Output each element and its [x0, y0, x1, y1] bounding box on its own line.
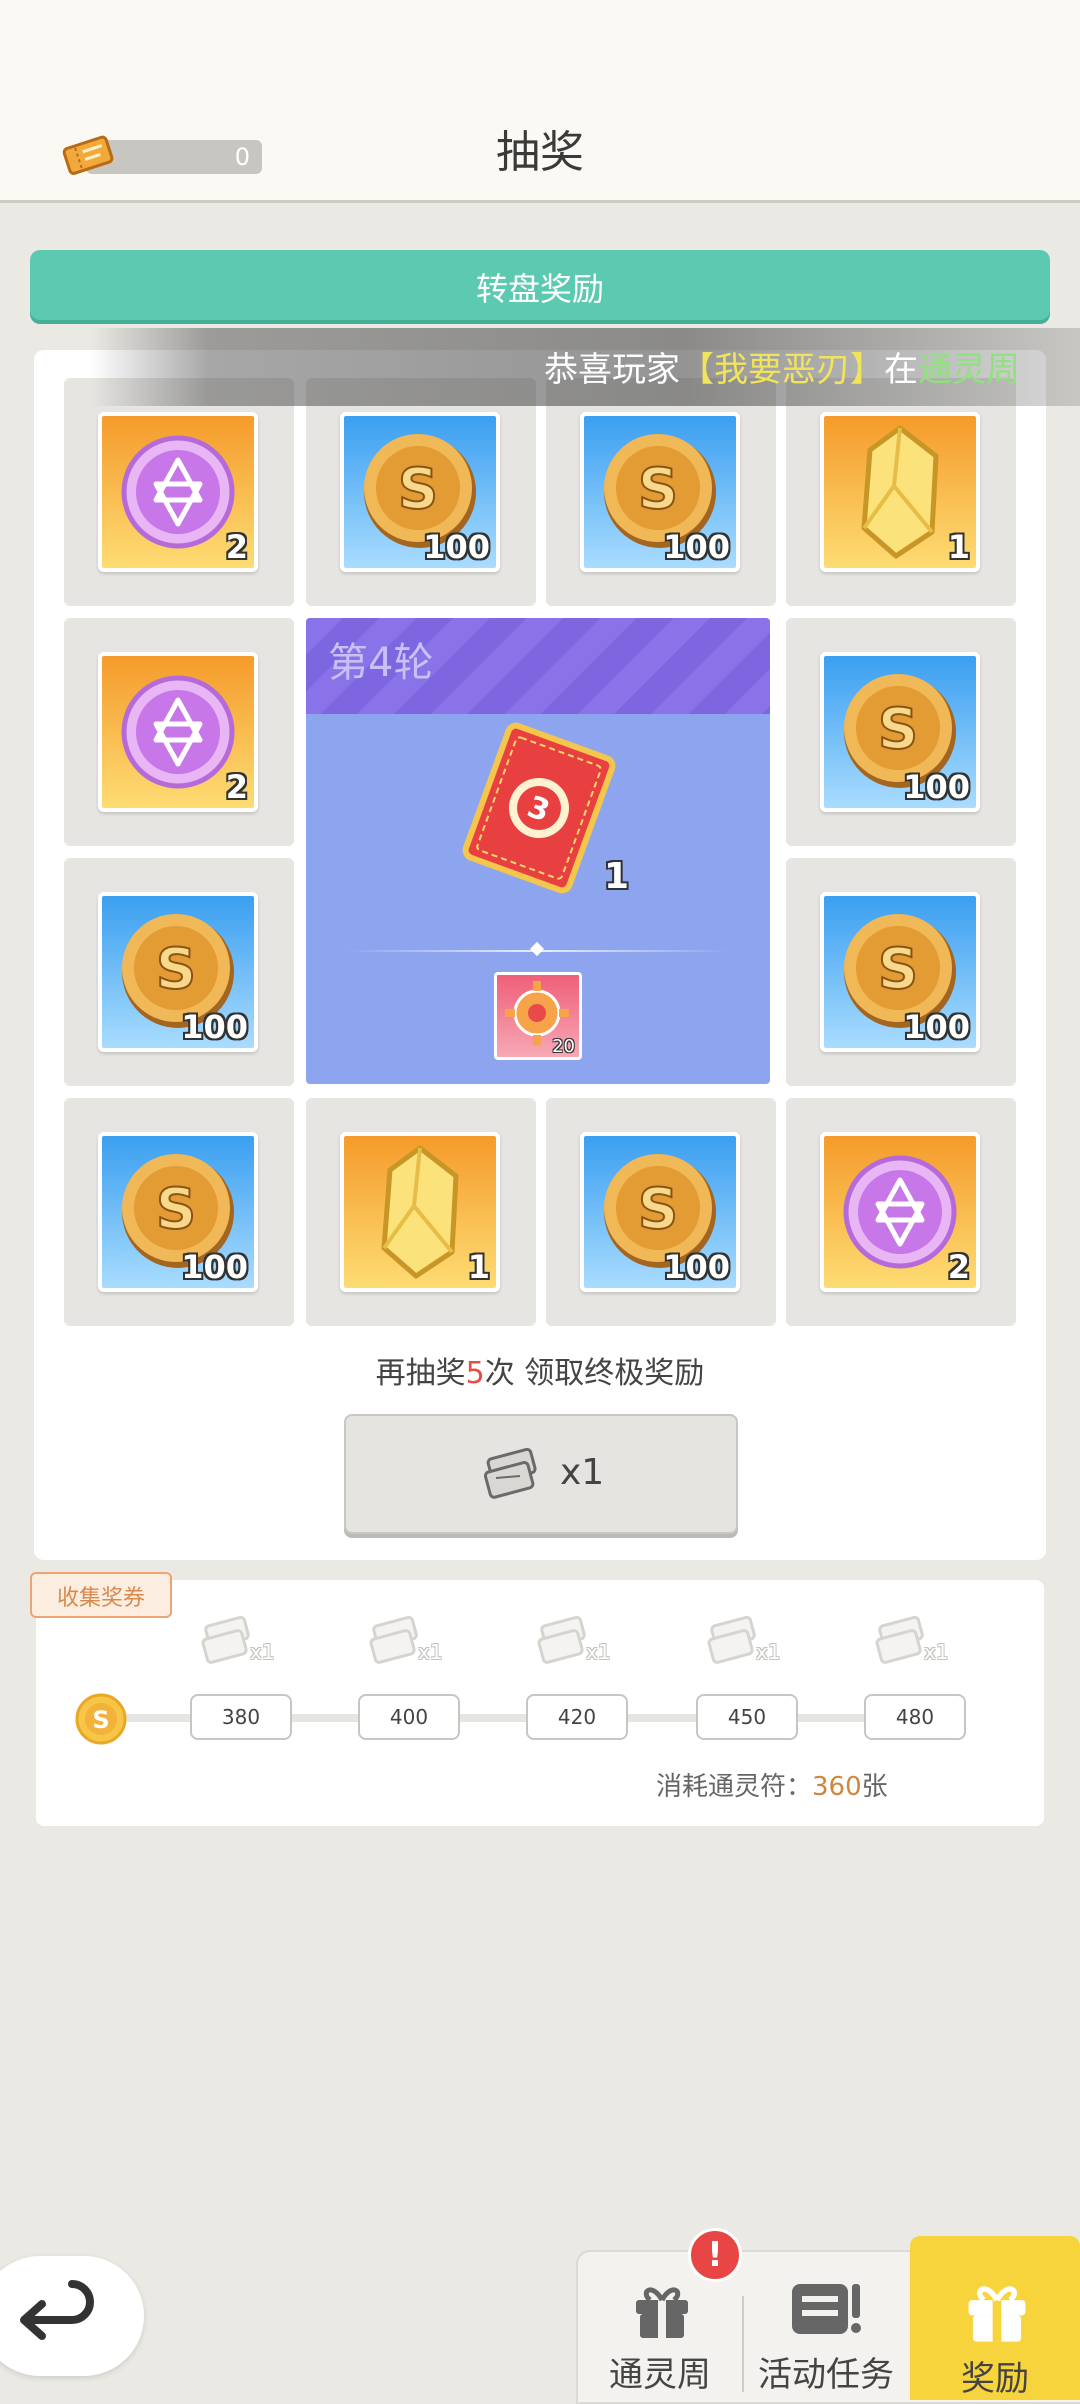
reward-cell: 1 [786, 378, 1016, 606]
draw-cost-label: x1 [560, 1452, 605, 1493]
reward-quantity: 1 [467, 1248, 490, 1286]
reward-quantity: 2 [225, 768, 248, 806]
milestone-reward-qty: x1 [586, 1640, 611, 1664]
reward-tile: S 100 [820, 892, 980, 1052]
milestone-value: 450 [696, 1694, 798, 1740]
reward-cell: S 100 [306, 378, 536, 606]
reward-cell: S 100 [786, 858, 1016, 1086]
reward-cell: S 100 [786, 618, 1016, 846]
consume-suffix: 张 [861, 1772, 888, 1802]
tab-activity-tasks[interactable]: 活动任务 [742, 2256, 910, 2400]
page-title: 抽奖 [496, 127, 584, 178]
reward-cell: S 100 [546, 378, 776, 606]
reward-quantity: 100 [663, 528, 730, 566]
task-board-icon [792, 2284, 861, 2334]
reward-tile: S 100 [340, 412, 500, 572]
reward-tile: S 100 [580, 412, 740, 572]
reward-tile: 2 [98, 412, 258, 572]
tab-label: 通灵周 [609, 2355, 711, 2395]
reward-cell: S 100 [64, 1098, 294, 1326]
milestone-reward[interactable]: x1 [532, 1614, 622, 1678]
reward-tile: 2 [820, 1132, 980, 1292]
reward-quantity: 100 [181, 1008, 248, 1046]
alert-badge: ! [688, 2228, 742, 2282]
svg-text:S: S [156, 937, 196, 1002]
reward-cell: 1 [306, 1098, 536, 1326]
reward-cell: S 100 [546, 1098, 776, 1326]
divider-diamond [529, 941, 545, 957]
reward-quantity: 100 [423, 528, 490, 566]
svg-text:S: S [878, 937, 918, 1002]
milestone-reward[interactable]: x1 [196, 1614, 286, 1678]
reward-tile: S 100 [98, 1132, 258, 1292]
gift-icon [968, 2286, 1026, 2342]
milestone-reward-qty: x1 [250, 1640, 275, 1664]
marquee-event: 通灵周 [918, 350, 1020, 390]
reward-quantity: 1 [947, 528, 970, 566]
tab-rewards[interactable]: 奖励 [910, 2236, 1080, 2400]
svg-text:S: S [92, 1706, 109, 1734]
round-label: 第4轮 [328, 640, 434, 686]
reward-tile: 2 [98, 652, 258, 812]
progress-count: 5 [465, 1356, 485, 1391]
consume-text: 消耗通灵符：360张 [656, 1766, 888, 1803]
gift-icon [636, 2287, 688, 2338]
milestone-reward-qty: x1 [418, 1640, 443, 1664]
milestone-value: 380 [190, 1694, 292, 1740]
consume-prefix: 消耗通灵符： [656, 1772, 813, 1802]
progress-suffix: 次 领取终极奖励 [484, 1356, 705, 1391]
reward-tile: S 100 [98, 892, 258, 1052]
tab-label: 活动任务 [758, 2355, 894, 2395]
reward-quantity: 100 [903, 768, 970, 806]
milestone-value: 480 [864, 1694, 966, 1740]
svg-text:S: S [156, 1177, 196, 1242]
winner-marquee: 恭喜玩家【我要恶刃】在通灵周 [90, 328, 1080, 406]
milestone-value: 400 [358, 1694, 460, 1740]
svg-text:S: S [878, 697, 918, 762]
progress-text: 再抽奖5次 领取终极奖励 [0, 1348, 1080, 1392]
reward-quantity: 100 [181, 1248, 248, 1286]
milestone-reward-qty: x1 [756, 1640, 781, 1664]
reward-cell: S 100 [64, 858, 294, 1086]
coin-icon: S [74, 1692, 128, 1750]
milestone-reward-qty: x1 [924, 1640, 949, 1664]
collect-tag: 收集奖券 [30, 1572, 172, 1618]
milestone-value: 420 [526, 1694, 628, 1740]
reward-quantity: 100 [663, 1248, 730, 1286]
milestone-reward[interactable]: x1 [870, 1614, 960, 1678]
milestone-reward[interactable]: x1 [702, 1614, 792, 1678]
token-quantity: 20 [552, 1036, 575, 1057]
center-grand-prize: 第4轮 3 1 20 [306, 618, 770, 1084]
reward-cell: 2 [64, 378, 294, 606]
tab-label: 奖励 [961, 2359, 1029, 2399]
back-arrow-icon [20, 2280, 94, 2340]
consume-count: 360 [812, 1772, 862, 1802]
ticket-icon [480, 1447, 544, 1506]
wheel-reward-banner[interactable]: 转盘奖励 [30, 250, 1050, 320]
reward-tile: S 100 [580, 1132, 740, 1292]
svg-text:S: S [638, 457, 678, 522]
milestone-reward[interactable]: x1 [364, 1614, 454, 1678]
marquee-mid: 在 [884, 350, 918, 390]
reward-quantity: 100 [903, 1008, 970, 1046]
gear-token-tile: 20 [494, 972, 582, 1060]
banner-label: 转盘奖励 [475, 270, 604, 308]
marquee-prefix: 恭喜玩家 [544, 350, 680, 390]
reward-cell: 2 [786, 1098, 1016, 1326]
progress-prefix: 再抽奖 [375, 1356, 466, 1391]
reward-tile: 1 [340, 1132, 500, 1292]
svg-text:S: S [398, 457, 438, 522]
collect-tag-label: 收集奖券 [56, 1586, 145, 1611]
reward-tile: S 100 [820, 652, 980, 812]
reward-tile: 1 [820, 412, 980, 572]
svg-text:S: S [638, 1177, 678, 1242]
back-button[interactable] [0, 2256, 144, 2376]
grand-prize-quantity: 1 [604, 856, 630, 897]
reward-quantity: 2 [947, 1248, 970, 1286]
reward-quantity: 2 [225, 528, 248, 566]
red-card-icon: 3 [454, 718, 624, 902]
marquee-player: 【我要恶刃】 [680, 350, 884, 390]
reward-cell: 2 [64, 618, 294, 846]
draw-button[interactable]: x1 [344, 1414, 738, 1534]
